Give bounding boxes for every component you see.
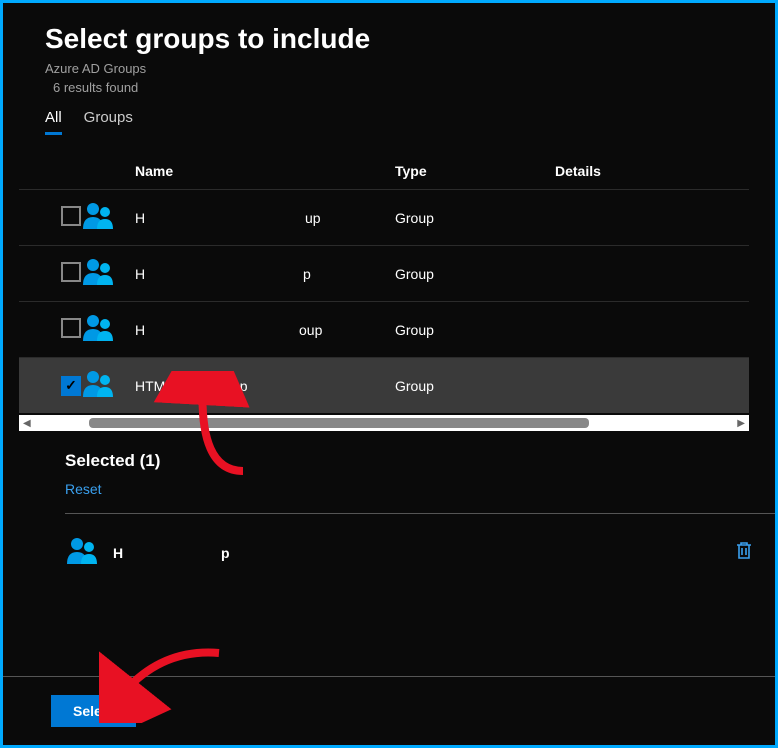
row-checkbox[interactable]: [61, 318, 81, 338]
table-row[interactable]: H oup Group: [19, 301, 749, 357]
row-checkbox[interactable]: [61, 376, 81, 396]
page-subtitle: Azure AD Groups: [45, 61, 775, 76]
footer: Select: [3, 676, 775, 745]
tab-groups[interactable]: Groups: [84, 109, 133, 135]
group-icon: [65, 534, 113, 571]
group-icon: [81, 332, 115, 348]
row-type: Group: [395, 322, 555, 338]
row-type: Group: [395, 378, 555, 394]
select-button[interactable]: Select: [51, 695, 136, 727]
selected-item: H p: [65, 528, 775, 577]
column-header-name[interactable]: Name: [135, 163, 395, 179]
column-header-details[interactable]: Details: [555, 163, 749, 179]
selected-section: Selected (1) Reset H p: [45, 451, 775, 577]
scroll-left-icon[interactable]: ◀: [19, 418, 35, 429]
row-checkbox[interactable]: [61, 262, 81, 282]
row-name: H oup: [135, 322, 395, 338]
selected-item-name: H: [113, 545, 123, 561]
scroll-thumb[interactable]: [89, 418, 589, 428]
trash-icon[interactable]: [735, 540, 753, 565]
table-row[interactable]: H up Group: [19, 189, 749, 245]
scroll-right-icon[interactable]: ▶: [733, 418, 749, 429]
horizontal-scrollbar[interactable]: ◀ ▶: [19, 415, 749, 431]
row-name: HTMD Test Group: [135, 378, 395, 394]
group-icon: [81, 388, 115, 404]
row-type: Group: [395, 266, 555, 282]
selected-title: Selected (1): [65, 451, 775, 471]
tabs: All Groups: [45, 109, 775, 135]
page-title: Select groups to include: [45, 23, 775, 55]
column-header-type[interactable]: Type: [395, 163, 555, 179]
row-checkbox[interactable]: [61, 206, 81, 226]
group-icon: [81, 276, 115, 292]
results-count: 6 results found: [45, 80, 775, 95]
row-name: H up: [135, 210, 395, 226]
table-row[interactable]: HTMD Test Group Group: [19, 357, 749, 413]
row-type: Group: [395, 210, 555, 226]
row-name: H p: [135, 266, 395, 282]
group-icon: [81, 220, 115, 236]
groups-table: Name Type Details H up Group: [19, 153, 749, 431]
tab-all[interactable]: All: [45, 109, 62, 135]
table-row[interactable]: H p Group: [19, 245, 749, 301]
reset-link[interactable]: Reset: [65, 481, 102, 497]
